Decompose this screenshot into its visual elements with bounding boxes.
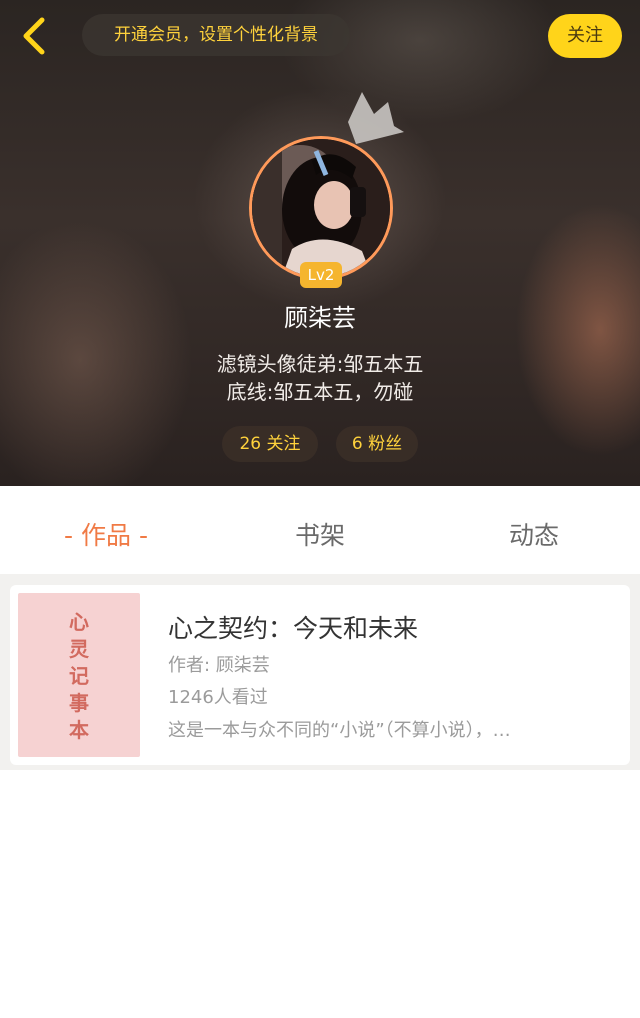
- fans-count[interactable]: 6 粉丝: [336, 426, 418, 462]
- book-author: 作者: 顾柒芸: [168, 655, 270, 676]
- chevron-left-icon: [23, 17, 45, 55]
- tab-works[interactable]: - 作品 -: [16, 516, 196, 552]
- cover-title: 心灵记事本: [69, 610, 89, 742]
- bio-line: 滤镜头像徒弟:邹五本五: [216, 352, 424, 376]
- book-title[interactable]: 心之契约：今天和未来: [168, 609, 418, 645]
- avatar-image: [252, 139, 390, 277]
- follow-button[interactable]: 关注: [548, 14, 622, 58]
- book-cover[interactable]: 心灵记事本: [18, 593, 140, 757]
- profile-header: 开通会员，设置个性化背景 关注 Lv2 顾柒芸 滤镜头像徒弟:邹五本五 底线:邹…: [0, 0, 640, 486]
- vip-banner[interactable]: 开通会员，设置个性化背景: [82, 14, 350, 56]
- tab-activity[interactable]: 动态: [444, 516, 624, 552]
- book-views: 1246人看过: [168, 687, 268, 708]
- following-count[interactable]: 26 关注: [222, 426, 318, 462]
- user-bio: 滤镜头像徒弟:邹五本五 底线:邹五本五，勿碰: [0, 350, 640, 406]
- book-card[interactable]: 心灵记事本 心之契约：今天和未来 作者: 顾柒芸 1246人看过 这是一本与众不…: [10, 585, 630, 765]
- book-description: 这是一本与众不同的“小说”（不算小说），…: [168, 720, 511, 741]
- avatar[interactable]: [249, 136, 393, 280]
- back-button[interactable]: [14, 14, 54, 58]
- level-badge: Lv2: [300, 262, 342, 288]
- tab-bookshelf[interactable]: 书架: [230, 516, 410, 552]
- profile-tabs: - 作品 - 书架 动态: [0, 486, 640, 576]
- username: 顾柒芸: [284, 304, 356, 332]
- bio-line: 底线:邹五本五，勿碰: [226, 380, 414, 404]
